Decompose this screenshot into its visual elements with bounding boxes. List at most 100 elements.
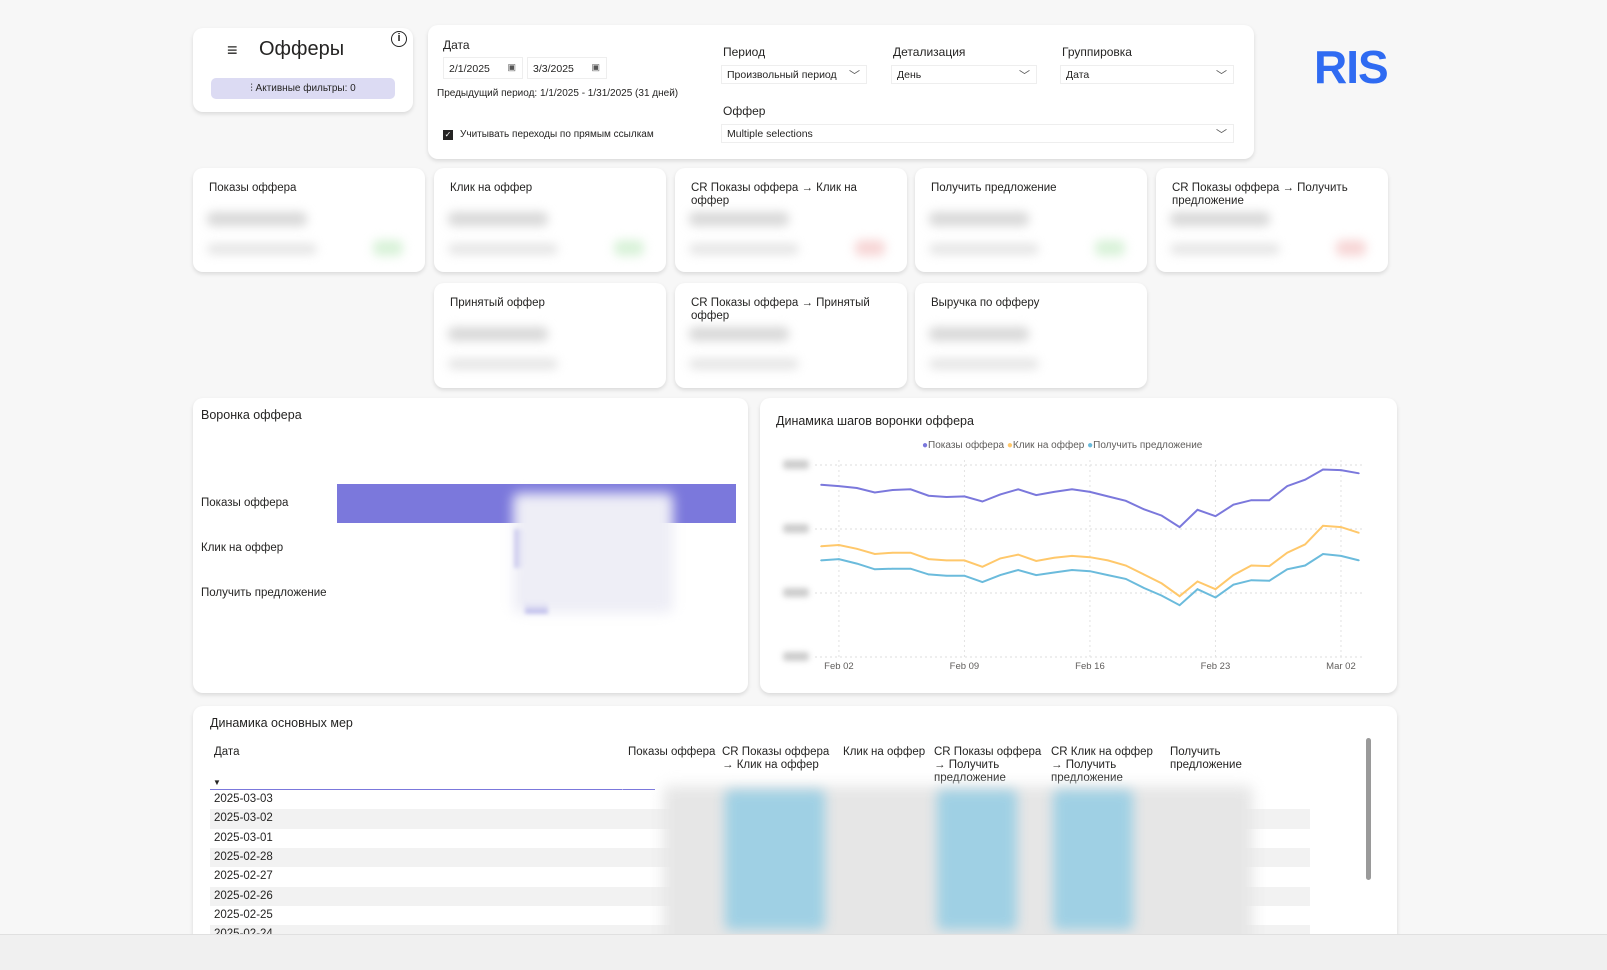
- data-point[interactable]: [1214, 596, 1217, 599]
- data-point[interactable]: [1232, 583, 1235, 586]
- data-point[interactable]: [999, 557, 1002, 560]
- data-point[interactable]: [1178, 595, 1181, 597]
- data-point[interactable]: [1178, 604, 1181, 606]
- data-point[interactable]: [1304, 478, 1306, 481]
- data-point[interactable]: [1107, 559, 1109, 562]
- data-point[interactable]: [1160, 594, 1163, 597]
- data-point[interactable]: [981, 565, 984, 568]
- data-point[interactable]: [1107, 495, 1109, 498]
- data-point[interactable]: [1322, 525, 1324, 527]
- data-point[interactable]: [873, 553, 876, 555]
- data-point[interactable]: [963, 495, 966, 498]
- data-point[interactable]: [981, 500, 984, 503]
- data-point[interactable]: [1035, 494, 1037, 496]
- data-point[interactable]: [963, 574, 966, 577]
- data-point[interactable]: [1071, 555, 1073, 557]
- data-point[interactable]: [1053, 571, 1055, 574]
- series-line-0[interactable]: [820, 468, 1360, 529]
- data-point[interactable]: [1089, 491, 1091, 493]
- data-point[interactable]: [820, 545, 822, 548]
- data-point[interactable]: [1053, 491, 1055, 493]
- data-point[interactable]: [1089, 556, 1091, 558]
- data-point[interactable]: [927, 494, 930, 497]
- column-header[interactable]: Дата: [214, 746, 239, 759]
- data-point[interactable]: [945, 559, 948, 562]
- data-point[interactable]: [963, 559, 966, 562]
- data-point[interactable]: [838, 558, 840, 560]
- data-point[interactable]: [981, 581, 984, 583]
- data-point[interactable]: [1304, 543, 1306, 546]
- data-point[interactable]: [927, 558, 930, 560]
- data-point[interactable]: [1071, 488, 1073, 491]
- data-point[interactable]: [1160, 582, 1163, 585]
- data-point[interactable]: [1286, 485, 1288, 487]
- data-point[interactable]: [820, 559, 822, 562]
- data-point[interactable]: [891, 551, 894, 554]
- data-point[interactable]: [1250, 579, 1253, 581]
- data-point[interactable]: [1125, 500, 1127, 502]
- data-point[interactable]: [1196, 509, 1199, 511]
- data-point[interactable]: [1358, 559, 1360, 562]
- column-header[interactable]: CR Показы оффера → Получить предложение: [934, 746, 1044, 785]
- column-header[interactable]: CR Показы оффера → Клик на оффер: [722, 746, 832, 772]
- data-point[interactable]: [891, 489, 894, 491]
- data-point[interactable]: [1322, 553, 1324, 555]
- data-point[interactable]: [1340, 469, 1342, 471]
- data-point[interactable]: [838, 485, 840, 487]
- data-point[interactable]: [909, 567, 912, 570]
- data-point[interactable]: [1232, 574, 1235, 576]
- data-point[interactable]: [856, 548, 858, 550]
- data-point[interactable]: [945, 496, 948, 498]
- data-point[interactable]: [1125, 578, 1127, 580]
- data-point[interactable]: [1107, 574, 1109, 576]
- column-header[interactable]: CR Клик на оффер → Получить предложение: [1051, 746, 1156, 785]
- data-point[interactable]: [1232, 503, 1235, 506]
- data-point[interactable]: [909, 488, 912, 491]
- data-point[interactable]: [838, 544, 840, 546]
- data-point[interactable]: [856, 562, 858, 565]
- data-point[interactable]: [1358, 532, 1360, 534]
- data-point[interactable]: [999, 574, 1002, 576]
- column-header[interactable]: Показы оффера: [628, 746, 715, 759]
- column-header[interactable]: Клик на оффер: [843, 746, 925, 759]
- data-point[interactable]: [1125, 564, 1127, 567]
- data-point[interactable]: [1268, 580, 1271, 582]
- data-point[interactable]: [1160, 514, 1163, 517]
- data-point[interactable]: [1322, 468, 1324, 471]
- data-point[interactable]: [1017, 488, 1020, 491]
- column-header[interactable]: Получить предложение: [1170, 746, 1250, 772]
- table-scrollbar[interactable]: [1366, 738, 1371, 880]
- data-point[interactable]: [873, 568, 876, 571]
- data-point[interactable]: [927, 573, 930, 576]
- data-point[interactable]: [1304, 564, 1306, 567]
- data-point[interactable]: [1035, 560, 1037, 562]
- data-point[interactable]: [1358, 472, 1360, 475]
- sort-desc-icon[interactable]: ▼: [213, 778, 221, 787]
- data-point[interactable]: [1340, 526, 1342, 528]
- data-point[interactable]: [820, 484, 822, 486]
- data-point[interactable]: [1178, 526, 1181, 528]
- data-point[interactable]: [1250, 499, 1253, 502]
- data-point[interactable]: [1268, 565, 1271, 567]
- data-point[interactable]: [873, 491, 876, 494]
- data-point[interactable]: [1142, 508, 1145, 510]
- data-point[interactable]: [999, 493, 1002, 496]
- data-point[interactable]: [856, 487, 858, 489]
- data-point[interactable]: [1142, 573, 1145, 576]
- data-point[interactable]: [1286, 568, 1288, 571]
- data-point[interactable]: [1214, 588, 1217, 590]
- data-point[interactable]: [1196, 588, 1199, 590]
- data-point[interactable]: [909, 551, 912, 554]
- data-point[interactable]: [945, 574, 948, 577]
- data-point[interactable]: [1214, 515, 1217, 517]
- data-point[interactable]: [1196, 580, 1199, 583]
- data-point[interactable]: [1017, 553, 1020, 556]
- data-point[interactable]: [1089, 570, 1091, 573]
- data-point[interactable]: [1286, 551, 1288, 554]
- data-point[interactable]: [1017, 569, 1020, 571]
- data-point[interactable]: [1035, 574, 1037, 576]
- data-point[interactable]: [891, 567, 894, 570]
- data-point[interactable]: [1053, 557, 1055, 559]
- data-point[interactable]: [1071, 569, 1073, 571]
- data-point[interactable]: [1142, 587, 1145, 589]
